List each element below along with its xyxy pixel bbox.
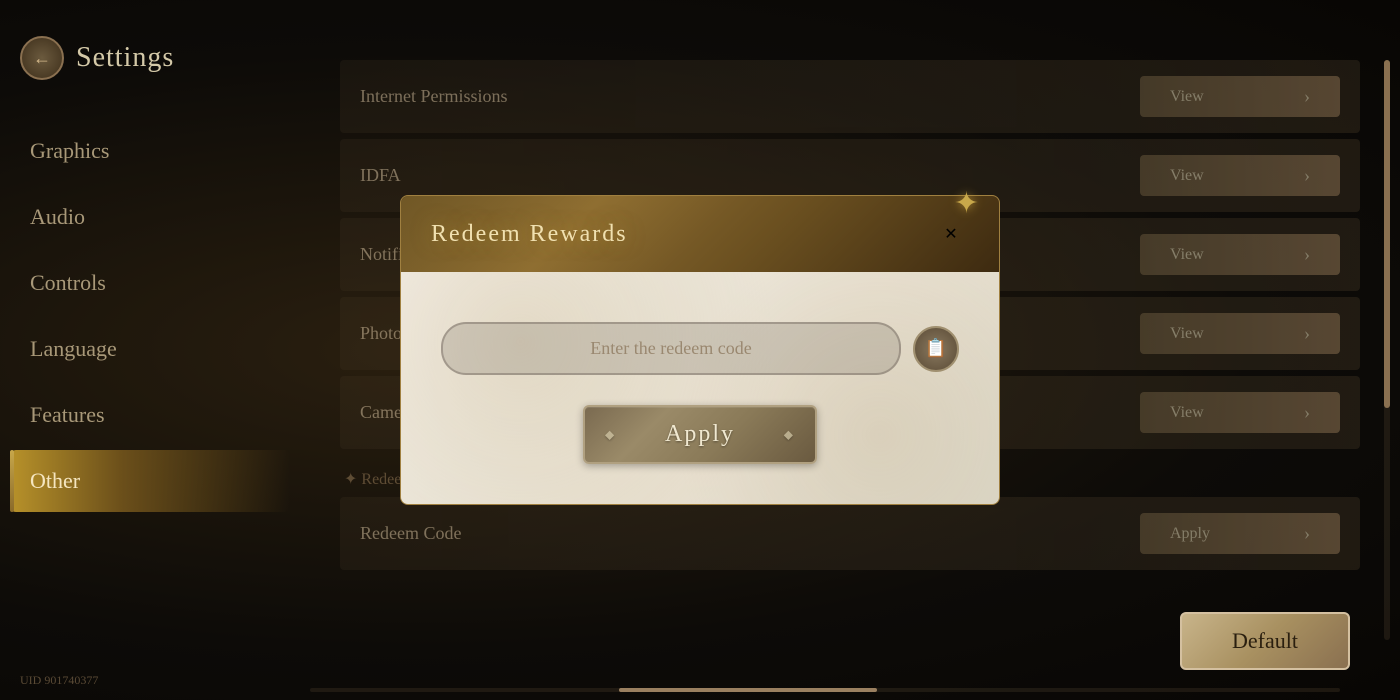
close-icon: ✕	[944, 224, 957, 244]
redeem-rewards-modal: Redeem Rewards ✕ ✦ 📋 Apply	[400, 195, 1000, 505]
modal-body: 📋 Apply	[400, 272, 1000, 505]
code-input-row: 📋	[441, 322, 959, 375]
modal-overlay: Redeem Rewards ✕ ✦ 📋 Apply	[0, 0, 1400, 700]
modal-title: Redeem Rewards	[431, 221, 628, 248]
clipboard-button[interactable]: 📋	[913, 326, 959, 372]
redeem-code-input[interactable]	[441, 322, 901, 375]
modal-header: Redeem Rewards ✕ ✦	[400, 195, 1000, 272]
apply-button[interactable]: Apply	[583, 405, 817, 464]
clipboard-icon: 📋	[925, 338, 947, 359]
modal-close-button[interactable]: ✕	[933, 216, 969, 252]
